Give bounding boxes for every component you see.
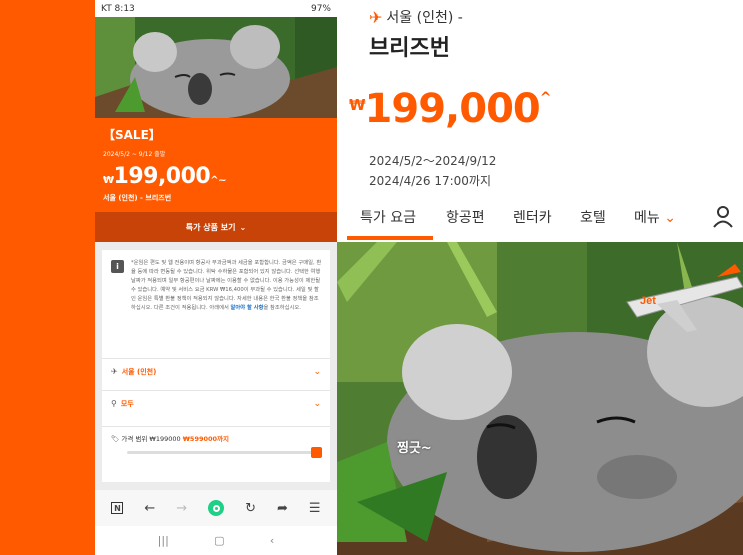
sale-price-suffix: ^~ [210,175,226,186]
back-icon[interactable]: ← [144,501,155,516]
chevron-down-icon: ⌄ [664,210,676,226]
status-bar: KT 8:13 97% [95,0,337,17]
phone-screenshot: KT 8:13 97% 【SALE】 2024/5/2 ~ 9/12 출발 ₩1… [95,0,337,555]
flight-card: ✈ 서울 (인천) - 브리즈번 ₩199,000^ 2024/5/2～2024… [349,0,731,200]
price-slider-track[interactable] [127,451,315,454]
forward-icon[interactable]: → [176,501,187,516]
recent-apps-icon[interactable]: ||| [158,534,169,547]
home-nav-icon[interactable]: ▢ [214,534,224,547]
notice-link[interactable]: 알아야 할 사항 [231,305,264,311]
route-origin: 서울 (인천) - [386,10,463,26]
notice-body: *운임은 편도 및 웹 전용이며 항공사 부과금액과 세금을 포함합니다. 금액… [131,260,322,311]
big-price: ₩199,000^ [349,86,552,132]
sale-panel: 【SALE】 2024/5/2 ~ 9/12 출발 ₩199,000^~ 서울 … [95,118,337,212]
nav-menu[interactable]: 메뉴 ⌄ [634,207,676,227]
nav-menu-label: 메뉴 [634,210,660,226]
sale-price: ₩199,000^~ [103,164,329,189]
sale-price-value: 199,000 [113,164,211,189]
destination-filter[interactable]: ⚲ 모두 ⌄ [102,390,330,416]
site-navbar: 특가 요금 항공편 렌터카 호텔 메뉴 ⌄ [337,200,743,242]
plane-icon: ✈ [369,7,383,27]
sale-title: 【SALE】 [103,128,161,142]
big-price-value: 199,000 [364,86,541,132]
special-products-button[interactable]: 특가 상품 보기 ⌄ [95,212,337,242]
notice-text: *운임은 편도 및 웹 전용이며 항공사 부과금액과 세금을 포함합니다. 금액… [131,259,323,312]
koala-thumbnail-image [95,17,337,118]
left-orange-panel [0,0,95,555]
home-icon[interactable] [208,500,225,516]
special-products-label: 특가 상품 보기 [185,222,236,232]
origin-filter-label: 서울 (인천) [121,367,157,376]
price-max: ₩599000까지 [182,435,230,443]
koala-hero-image: Jet 찡긋~ [337,242,743,555]
travel-dates: 2024/5/2～2024/9/12 [369,154,497,168]
back-nav-icon[interactable]: ‹ [270,534,274,547]
price-slider-handle[interactable] [311,447,322,458]
origin-filter[interactable]: ✈ 서울 (인천) ⌄ [102,358,330,384]
nav-special-fares[interactable]: 특가 요금 [360,207,416,227]
location-pin-icon: ⚲ [111,399,117,408]
svg-text:Jet: Jet [640,295,656,307]
chevron-down-icon: ⌄ [313,366,321,377]
price-range-filter: 🏷 가격 범위 ₩199000 ₩599000까지 [102,426,330,458]
price-min: ₩199000 [149,435,181,443]
naver-n-icon[interactable]: N [111,502,124,514]
info-icon: i [111,260,124,273]
system-nav-bar: ||| ▢ ‹ [95,526,337,555]
browser-toolbar: N ← → ↻ ➦ ☰ [95,490,337,526]
notice-tail: 을 참조하십시오. [263,304,301,311]
tag-icon: 🏷 [111,435,120,443]
notice-card: i *운임은 편도 및 웹 전용이며 항공사 부과금액과 세금을 포함합니다. … [102,250,330,482]
sale-dates: 2024/5/2 ~ 9/12 출발 [103,151,166,158]
chevron-down-icon: ⌄ [239,222,247,232]
share-icon[interactable]: ➦ [277,501,288,516]
menu-icon[interactable]: ☰ [309,501,321,516]
price-range-label: 가격 범위 [121,435,148,443]
notice-area: i *운임은 편도 및 웹 전용이며 항공사 부과금액과 세금을 포함합니다. … [95,242,337,490]
nav-active-indicator [347,236,433,240]
route-destination: 브리즈번 [369,36,450,61]
person-icon[interactable] [713,206,733,228]
chevron-down-icon: ⌄ [313,398,321,409]
big-price-sup: ^ [539,90,552,106]
nav-flights[interactable]: 항공편 [446,207,485,227]
nav-hotel[interactable]: 호텔 [580,207,606,227]
sale-route: 서울 (인천) - 브리즈번 [103,194,172,202]
status-battery: 97% [310,3,331,14]
sale-currency: ₩ [103,175,114,186]
image-caption: 찡긋~ [397,441,432,456]
status-carrier-time: KT 8:13 [101,3,135,14]
plane-icon: ✈ [111,367,118,376]
big-price-currency: ₩ [349,96,366,114]
destination-filter-label: 모두 [120,399,134,408]
right-enlarged-panel: ✈ 서울 (인천) - 브리즈번 ₩199,000^ 2024/5/2～2024… [337,0,743,555]
route-header: ✈ 서울 (인천) - [369,7,463,27]
booking-deadline: 2024/4/26 17:00까지 [369,174,492,188]
refresh-icon[interactable]: ↻ [245,501,256,516]
nav-rentacar[interactable]: 렌터카 [513,207,552,227]
